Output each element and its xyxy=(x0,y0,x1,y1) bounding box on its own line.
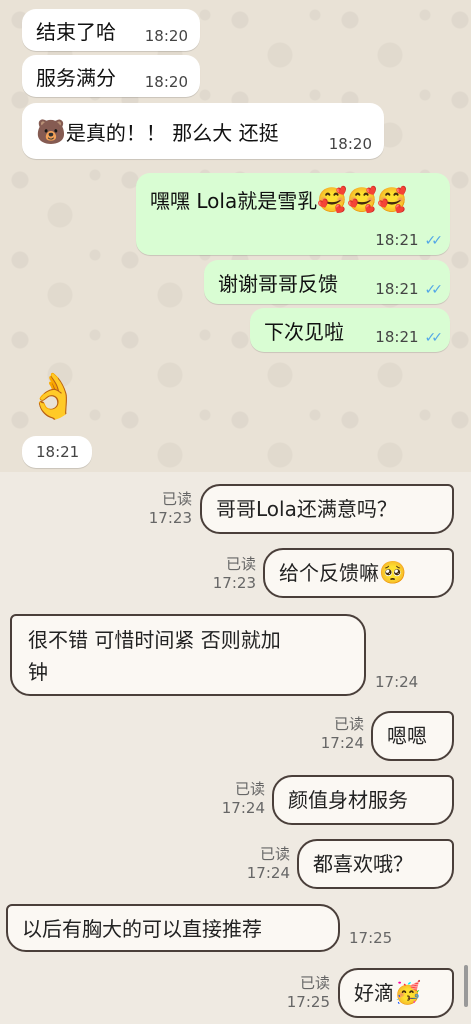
double-check-icon: ✓✓ xyxy=(424,233,444,249)
message-bubble[interactable]: 🐻是真的！！ 那么大 还挺 18:20 xyxy=(22,103,384,159)
message-time-pill: 18:21 xyxy=(22,436,92,468)
message-text: 谢谢哥哥反馈 xyxy=(218,272,338,296)
double-check-icon: ✓✓ xyxy=(424,282,444,298)
read-status: 已读 xyxy=(259,845,290,863)
pleading-face-emoji-icon: 🥺 xyxy=(379,561,407,586)
read-receipt: 已读 17:25 xyxy=(278,974,330,1012)
double-check-icon: ✓✓ xyxy=(424,330,444,346)
message-text: 给个反馈嘛 xyxy=(279,561,379,585)
message-text: 都喜欢哦？ xyxy=(313,852,413,876)
message-text: 颜值身材服务 xyxy=(288,788,408,812)
message-time: 18:20 xyxy=(144,27,188,45)
message-bubble-outgoing[interactable]: 颜值身材服务 xyxy=(272,775,454,825)
message-time: 17:25 xyxy=(286,993,330,1011)
message-text: 下次见啦 xyxy=(264,320,344,344)
read-receipt: 已读 17:24 xyxy=(213,780,265,818)
message-text: 以后有胸大的可以直接推荐 xyxy=(22,917,262,941)
read-receipt: 已读 17:24 xyxy=(312,715,364,753)
read-status: 已读 xyxy=(234,780,265,798)
read-status: 已读 xyxy=(225,555,256,573)
bear-emoji-icon: 🐻 xyxy=(36,118,66,146)
message-bubble-outgoing[interactable]: 谢谢哥哥反馈 18:21 ✓✓ xyxy=(204,260,450,304)
message-text: 是真的！！ 那么大 还挺 xyxy=(65,121,279,145)
message-bubble-outgoing[interactable]: 嘿嘿 Lola就是雪乳🥰🥰🥰 18:21 ✓✓ xyxy=(136,173,450,255)
read-status: 已读 xyxy=(299,974,330,992)
message-text: 服务满分 xyxy=(36,66,116,90)
message-bubble-outgoing[interactable]: 都喜欢哦？ xyxy=(297,839,454,889)
message-bubble[interactable]: 服务满分 18:20 xyxy=(22,55,200,97)
message-text: 好滴 xyxy=(354,981,394,1005)
read-status: 已读 xyxy=(333,715,364,733)
scrollbar-thumb[interactable] xyxy=(464,965,468,1007)
message-text: 哥哥Lola还满意吗？ xyxy=(216,497,397,521)
message-time: 17:25 xyxy=(349,929,393,947)
message-text: 嘿嘿 Lola就是雪乳 xyxy=(150,189,318,213)
message-time: 18:21 xyxy=(375,231,419,249)
message-bubble-incoming[interactable]: 以后有胸大的可以直接推荐 xyxy=(6,904,340,952)
message-text: 嗯嗯 xyxy=(387,724,427,748)
message-time: 18:21 xyxy=(375,280,419,298)
top-chat-area: 结束了哈 18:20 服务满分 18:20 🐻是真的！！ 那么大 还挺 18:2… xyxy=(0,0,471,472)
party-face-emoji-icon: 🥳 xyxy=(394,981,422,1006)
read-receipt: 已读 17:24 xyxy=(238,845,290,883)
message-time: 17:24 xyxy=(320,734,364,752)
message-text-continued: 钟 xyxy=(28,660,48,684)
message-time: 18:20 xyxy=(328,135,372,153)
message-text: 结束了哈 xyxy=(36,20,116,44)
message-time: 17:23 xyxy=(212,574,256,592)
message-time: 17:24 xyxy=(221,799,265,817)
message-bubble-outgoing[interactable]: 好滴🥳 xyxy=(338,968,454,1018)
message-time: 18:21 xyxy=(36,443,80,461)
message-bubble-outgoing[interactable]: 哥哥Lola还满意吗？ xyxy=(200,484,454,534)
message-time: 17:23 xyxy=(148,509,192,527)
message-time: 17:24 xyxy=(246,864,290,882)
smiling-hearts-emoji-icon: 🥰🥰🥰 xyxy=(317,186,407,214)
message-bubble-outgoing[interactable]: 嗯嗯 xyxy=(371,711,454,761)
message-bubble-outgoing[interactable]: 给个反馈嘛🥺 xyxy=(263,548,454,598)
message-time: 17:24 xyxy=(375,673,419,691)
message-text: 很不错 可惜时间紧 否则就加 xyxy=(28,628,281,652)
message-time: 18:20 xyxy=(144,73,188,91)
ok-hand-emoji-icon[interactable]: 👌 xyxy=(26,372,81,422)
read-status: 已读 xyxy=(161,490,192,508)
read-receipt: 已读 17:23 xyxy=(204,555,256,593)
message-time: 18:21 xyxy=(375,328,419,346)
message-bubble-outgoing[interactable]: 下次见啦 18:21 ✓✓ xyxy=(250,308,450,352)
read-receipt: 已读 17:23 xyxy=(140,490,192,528)
message-bubble[interactable]: 结束了哈 18:20 xyxy=(22,9,200,51)
message-bubble-incoming[interactable]: 很不错 可惜时间紧 否则就加 钟 xyxy=(10,614,366,696)
